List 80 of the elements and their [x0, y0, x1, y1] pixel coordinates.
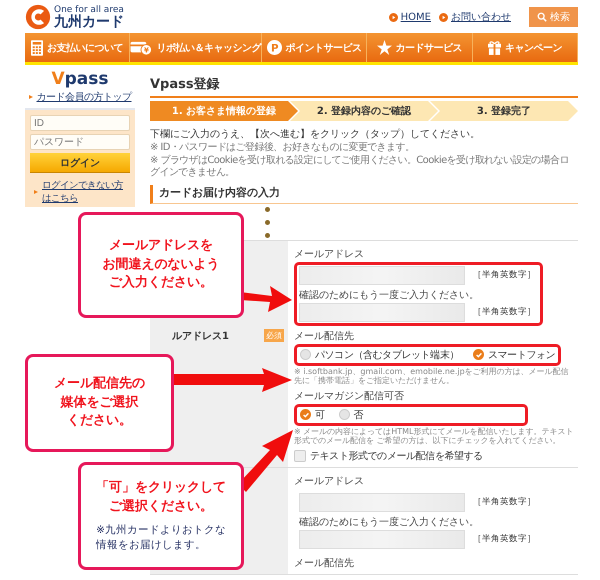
hint-text: ［半角英数字］	[473, 533, 536, 546]
field-label: メールマガジン配信可否	[294, 390, 405, 403]
checkbox-label: テキスト形式でのメール配信を希望する	[310, 450, 483, 463]
radio-label: パソコン（含むタブレット端末）	[315, 348, 460, 362]
note-text: ※ i.softbank.jp、gmail.com、emobile.ne.jpをご利用の方は、メール配信先に「携帯電話」をご指定いただけません。	[294, 366, 570, 386]
radio-button[interactable]	[300, 349, 311, 360]
required-badge: 必須	[264, 328, 284, 342]
bullet-icon	[34, 190, 38, 194]
callout-text: メール配信先の	[54, 374, 145, 393]
vpass-logo: Vpass	[51, 71, 109, 88]
radio-label: スマートフォン	[488, 348, 556, 362]
callout-text: ご選択ください。	[109, 498, 213, 516]
logo-icon	[25, 4, 51, 30]
nav-item[interactable]: カードサービス	[367, 33, 473, 62]
nav-label: お支払いについて	[47, 42, 124, 54]
calculator-icon	[31, 40, 44, 56]
logo-name: 九州カード	[54, 14, 124, 28]
gift-icon	[488, 40, 501, 55]
page-title: Vpass登録	[150, 75, 578, 98]
callout-note: 情報をお届けします。	[96, 538, 206, 553]
nav-label: ポイントサービス	[286, 42, 362, 54]
point-icon: P	[266, 40, 282, 55]
nav-label: カードサービス	[396, 42, 462, 54]
member-top-link[interactable]: カード会員の方トップ	[36, 90, 132, 104]
email-field[interactable]	[299, 266, 465, 284]
hint-text: ［半角英数字］	[473, 269, 536, 281]
sidebar-link[interactable]: ログインできない方はこちら	[42, 179, 130, 205]
password-field[interactable]: パスワード	[30, 134, 130, 150]
callout-text: ご入力ください。	[109, 274, 213, 292]
note-text: ※ メールの内容によってはHTML形式にてメールを配信いたします。テキスト形式でのメール配信を ご希望の方は、以下にチェックを入れてください。	[294, 426, 574, 446]
dot-icon	[264, 206, 270, 212]
nav-item[interactable]: お支払いについて	[25, 33, 130, 62]
id-field[interactable]: ID	[30, 115, 130, 131]
field-label: メールアドレス	[294, 248, 365, 260]
note-text: ※ ID・パスワードはご登録後、お好きなものに変更できます。	[150, 142, 416, 154]
field-label: 確認のためにもう一度ご入力ください。	[299, 288, 480, 302]
step: 3. 登録完了	[430, 101, 578, 121]
nav-label: リボ払い＆キャッシング	[156, 42, 261, 54]
callout-text: ください。	[67, 412, 132, 430]
dot-icon	[264, 220, 270, 224]
nav-item[interactable]: P ポイントサービス	[262, 33, 368, 62]
row-label: ルアドレス1	[172, 330, 229, 342]
header-link[interactable]: HOME	[400, 12, 431, 22]
nav-label: キャンペーン	[504, 42, 562, 54]
radio-button[interactable]	[300, 409, 311, 420]
field-label: 確認のためにもう一度ご入力ください。	[299, 516, 480, 529]
callout-text: 媒体をご選択	[60, 394, 138, 412]
checkbox[interactable]	[294, 450, 306, 462]
note-text: ※ ブラウザはCookieを受け取れる設定にしてご使用ください。Cookieを受け取れない設定の場合ログインできません。	[150, 154, 570, 180]
radio-button[interactable]	[338, 409, 350, 420]
bullet-icon	[28, 95, 32, 99]
dot-icon	[264, 232, 270, 238]
star-icon	[376, 40, 392, 55]
step: 2. 登録内容のご確認	[290, 101, 438, 121]
step: 1. お客さま情報の登録	[150, 101, 298, 121]
header-link[interactable]: お問い合わせ	[451, 10, 511, 24]
play-icon	[388, 12, 398, 22]
field-label: メールアドレス	[294, 474, 365, 488]
hint-text: ［半角英数字］	[473, 496, 536, 508]
search-icon	[537, 12, 547, 22]
callout-text: お間違えのないよう	[102, 256, 220, 274]
callout-text: 「可」をクリックして	[96, 479, 226, 498]
radio-label: 可	[315, 408, 325, 422]
radio-button[interactable]	[473, 349, 484, 360]
field-label: メール配信先	[294, 330, 355, 342]
callout-note: ※九州カードよりおトクな	[96, 523, 226, 538]
nav-item[interactable]: キャンペーン	[472, 33, 578, 62]
logo-tagline: One for all area	[54, 6, 124, 14]
field-label: メール配信先	[294, 556, 355, 570]
email-confirm-field[interactable]	[299, 302, 465, 322]
play-icon	[439, 12, 448, 22]
email-confirm-field[interactable]	[299, 530, 465, 549]
email-field[interactable]	[299, 492, 465, 512]
instruction-text: 下欄にご入力のうえ、【次へ進む】をクリック（タップ）してください。	[150, 128, 481, 141]
callout-text: メールアドレスを	[109, 236, 213, 255]
login-button[interactable]: ログイン	[30, 153, 130, 173]
hint-text: ［半角英数字］	[473, 306, 536, 318]
radio-label: 否	[354, 408, 364, 422]
search-button[interactable]: 検索	[529, 7, 578, 27]
section-heading: カードお届け内容の入力	[150, 184, 578, 204]
